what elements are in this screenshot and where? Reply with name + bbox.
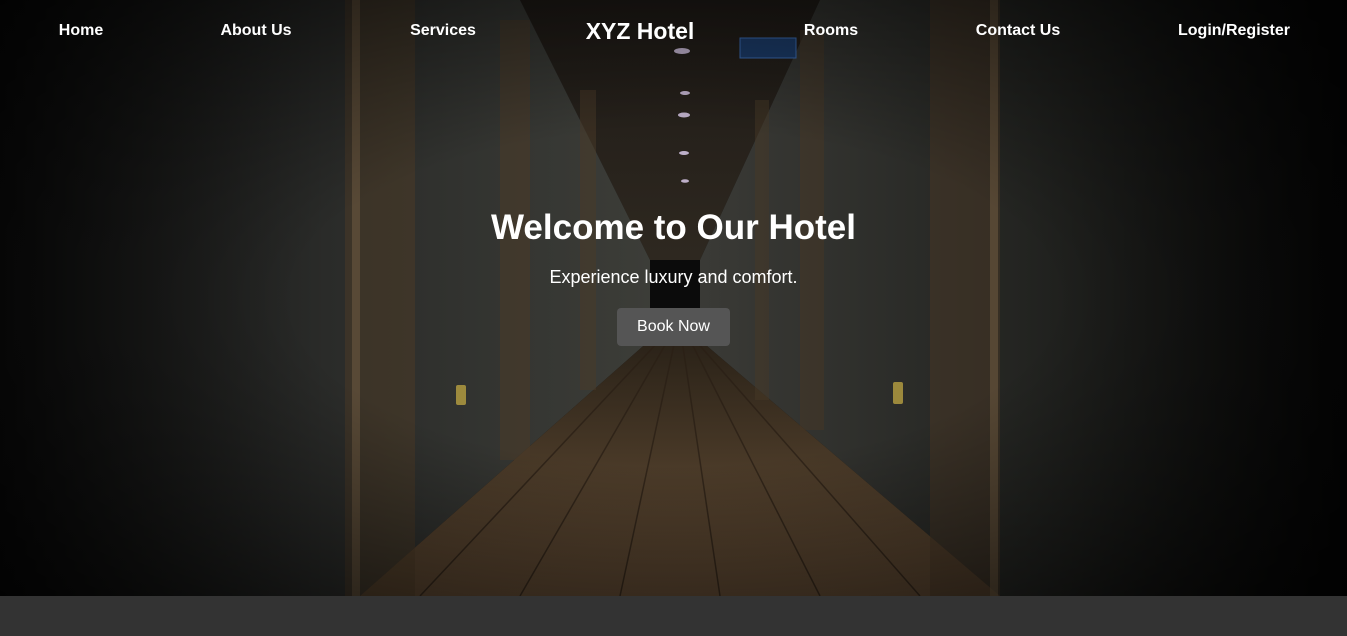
- hero-content: Welcome to Our Hotel Experience luxury a…: [0, 206, 1347, 346]
- nav-link-about-us[interactable]: About Us: [220, 22, 291, 40]
- main-navigation: Home About Us Services XYZ Hotel Rooms C…: [0, 0, 1347, 62]
- nav-link-home[interactable]: Home: [59, 22, 103, 40]
- nav-link-rooms[interactable]: Rooms: [804, 22, 858, 40]
- nav-link-services[interactable]: Services: [410, 22, 476, 40]
- nav-link-contact-us[interactable]: Contact Us: [976, 22, 1060, 40]
- nav-link-login-register[interactable]: Login/Register: [1178, 22, 1290, 40]
- site-brand[interactable]: XYZ Hotel: [586, 18, 695, 45]
- footer-band: [0, 596, 1347, 636]
- hero-section: Home About Us Services XYZ Hotel Rooms C…: [0, 0, 1347, 596]
- hero-subtitle: Experience luxury and comfort.: [549, 267, 798, 287]
- book-now-button[interactable]: Book Now: [617, 308, 730, 346]
- hero-title: Welcome to Our Hotel: [491, 208, 856, 247]
